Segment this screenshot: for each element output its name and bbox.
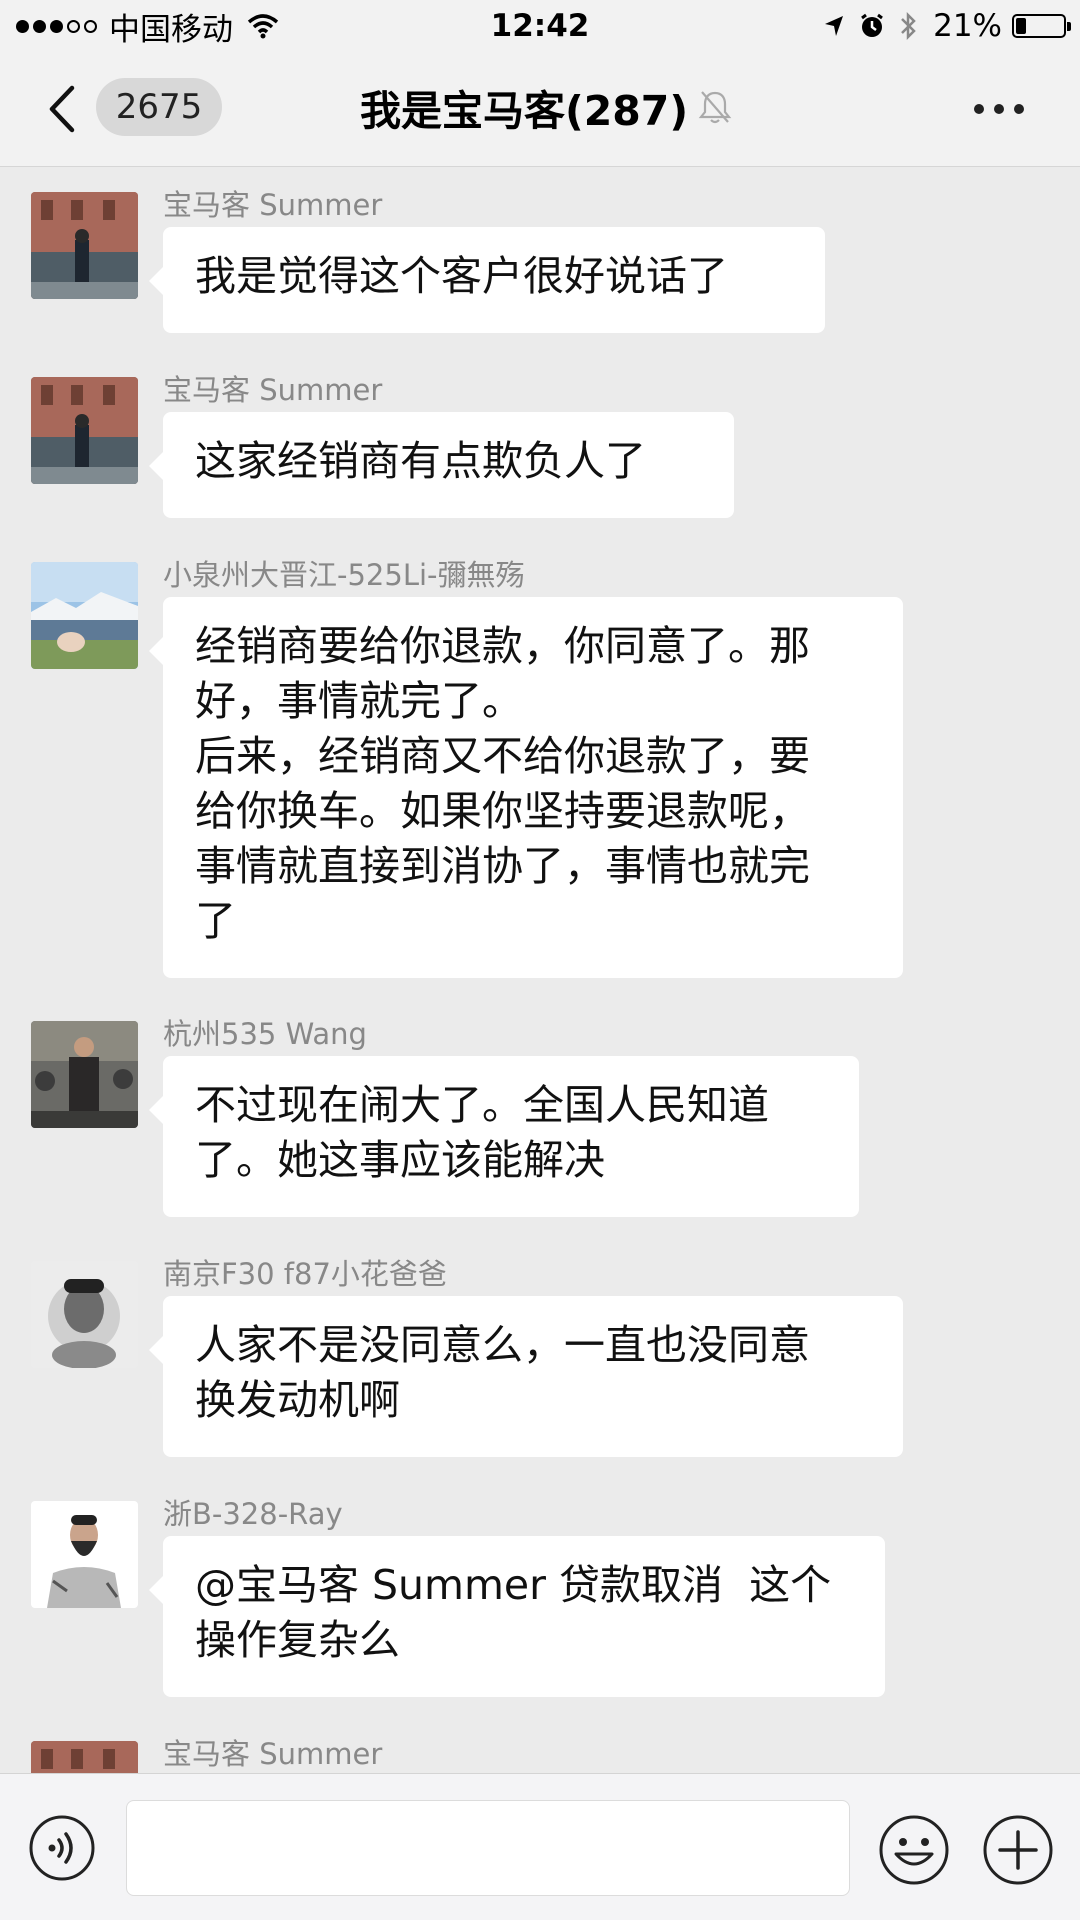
avatar[interactable] <box>31 1261 138 1368</box>
sender-name: 南京F30 f87小花爸爸 <box>163 1257 447 1291</box>
emoji-icon[interactable] <box>878 1814 950 1886</box>
sender-name: 浙B-328-Ray <box>163 1497 343 1531</box>
sender-name: 小泉州大晋江-525Li-彌無殇 <box>163 558 525 592</box>
sender-name: 宝马客 Summer <box>163 373 383 407</box>
battery-level-fill <box>1016 18 1026 34</box>
unread-count-badge[interactable]: 2675 <box>96 78 222 136</box>
voice-icon[interactable] <box>28 1814 96 1882</box>
chevron-left-icon[interactable] <box>44 84 84 134</box>
sender-name: 宝马客 Summer <box>163 188 383 222</box>
bell-muted-icon <box>698 91 732 124</box>
status-bar: 中国移动 12:42 21% <box>0 0 1080 52</box>
group-title-text: 我是宝马客(287) <box>360 87 689 135</box>
message-bubble[interactable]: 这家经销商有点欺负人了 <box>149 412 734 518</box>
battery-percent: 21% <box>933 8 1002 44</box>
message-input[interactable] <box>126 1800 850 1896</box>
battery-icon <box>1012 14 1071 38</box>
plus-icon[interactable] <box>982 1814 1054 1886</box>
sender-name: 杭州535 Wang <box>163 1017 367 1051</box>
message-bubble[interactable]: 我是觉得这个客户很好说话了 <box>149 227 825 333</box>
avatar[interactable] <box>31 562 138 669</box>
avatar[interactable] <box>31 1501 138 1608</box>
avatar[interactable] <box>31 192 138 299</box>
status-right: 21% <box>809 8 1071 44</box>
bluetooth-icon <box>901 11 916 41</box>
avatar[interactable] <box>31 377 138 484</box>
more-dots-icon[interactable] <box>974 102 1024 116</box>
avatar[interactable] <box>31 1021 138 1128</box>
group-title[interactable]: 我是宝马客(287) <box>360 77 732 137</box>
message-bubble[interactable]: 人家不是没同意么，一直也没同意 换发动机啊 <box>149 1296 903 1457</box>
message-bubble[interactable]: 经销商要给你退款，你同意了。那 好，事情就完了。 后来，经销商又不给你退款了，要… <box>149 597 903 978</box>
alarm-clock-icon <box>861 13 883 37</box>
chat-header: 2675 我是宝马客(287) <box>0 52 1080 167</box>
chat-screen: 中国移动 12:42 21% 2675 我是宝马客(287) 宝马客 Summe… <box>0 0 1080 1920</box>
avatar[interactable] <box>31 1741 138 1773</box>
input-bar <box>0 1773 1080 1920</box>
message-bubble[interactable]: @宝马客 Summer 贷款取消 这个 操作复杂么 <box>149 1536 885 1697</box>
location-arrow-icon <box>825 16 844 36</box>
sender-name: 宝马客 Summer <box>163 1737 383 1771</box>
message-list[interactable]: 宝马客 Summer 我是觉得这个客户很好说话了 宝马客 Summer 这家经销… <box>0 167 1080 1773</box>
message-bubble[interactable]: 不过现在闹大了。全国人民知道 了。她这事应该能解决 <box>149 1056 859 1217</box>
